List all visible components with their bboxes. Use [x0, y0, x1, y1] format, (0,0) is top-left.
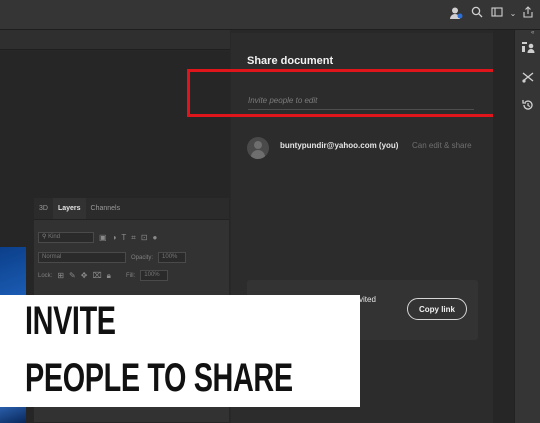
caption-overlay: INVITE PEOPLE TO SHARE — [0, 295, 360, 407]
lock-image-icon[interactable]: ✎ — [69, 271, 76, 280]
collapse-panels-icon[interactable]: « — [531, 30, 534, 36]
share-panel-title: Share document — [247, 55, 334, 67]
smart-object-filter-icon[interactable]: ⊡ — [141, 233, 148, 242]
fill-label: Fill: — [125, 272, 136, 279]
lock-row: Lock: ⊞ ✎ ✥ ⌧ 🔒︎ Fill: 100% — [38, 269, 169, 282]
blend-mode-select[interactable]: Normal — [38, 252, 126, 263]
invited-text: vited — [359, 295, 376, 304]
search-icon: ⚲ — [42, 234, 47, 240]
layers-panel-tabs: 3D Layers Channels — [34, 198, 229, 220]
right-panel-strip: « — [514, 30, 540, 423]
invite-highlight-box — [187, 69, 497, 117]
caption-line-1: INVITE — [25, 299, 116, 343]
opacity-label: Opacity: — [131, 254, 154, 261]
adjustment-filter-icon[interactable]: ◑ — [112, 233, 117, 242]
kind-filter-label: Kind — [48, 234, 61, 240]
shape-filter-icon[interactable]: ⌗ — [131, 233, 136, 243]
adjustments-icon[interactable] — [520, 70, 536, 86]
share-user-icon[interactable] — [448, 6, 464, 22]
copy-link-button[interactable]: Copy link — [407, 298, 467, 320]
layer-filter-row: ⚲ Kind ▣ ◑ T ⌗ ⊡ ● — [38, 231, 157, 244]
export-icon[interactable] — [520, 6, 536, 22]
fill-input[interactable]: 100% — [140, 270, 169, 281]
collaborator-permission: Can edit & share — [412, 141, 472, 150]
kind-filter[interactable]: ⚲ Kind — [38, 232, 94, 243]
avatar — [247, 137, 269, 159]
pixel-filter-icon[interactable]: ▣ — [99, 233, 107, 242]
lock-artboard-icon[interactable]: ⌧ — [92, 271, 101, 280]
opacity-input[interactable]: 100% — [158, 252, 187, 263]
properties-icon[interactable] — [520, 40, 536, 56]
blend-row: Normal Opacity: 100% — [38, 251, 187, 264]
workspace-icon[interactable] — [489, 6, 505, 22]
lock-label: Lock: — [38, 272, 53, 279]
lock-position-icon[interactable]: ✥ — [81, 271, 88, 280]
collaborator-email: buntypundir@yahoo.com (you) — [280, 141, 399, 150]
tab-layers[interactable]: Layers — [52, 198, 86, 219]
filter-toggle-icon[interactable]: ● — [153, 233, 158, 242]
caption-line-2: PEOPLE TO SHARE — [25, 356, 293, 400]
lock-transparency-icon[interactable]: ⊞ — [57, 271, 64, 280]
tab-3d[interactable]: 3D — [34, 198, 53, 219]
options-bar — [0, 30, 230, 50]
panel-dock-gap — [493, 30, 514, 423]
app-top-bar: ⌄ — [0, 0, 540, 30]
chevron-down-icon[interactable]: ⌄ — [505, 6, 521, 22]
tab-channels[interactable]: Channels — [86, 198, 126, 219]
type-filter-icon[interactable]: T — [121, 233, 126, 242]
history-icon[interactable] — [520, 98, 536, 114]
search-icon[interactable] — [469, 6, 485, 22]
lock-all-icon[interactable]: 🔒︎ — [107, 271, 111, 281]
